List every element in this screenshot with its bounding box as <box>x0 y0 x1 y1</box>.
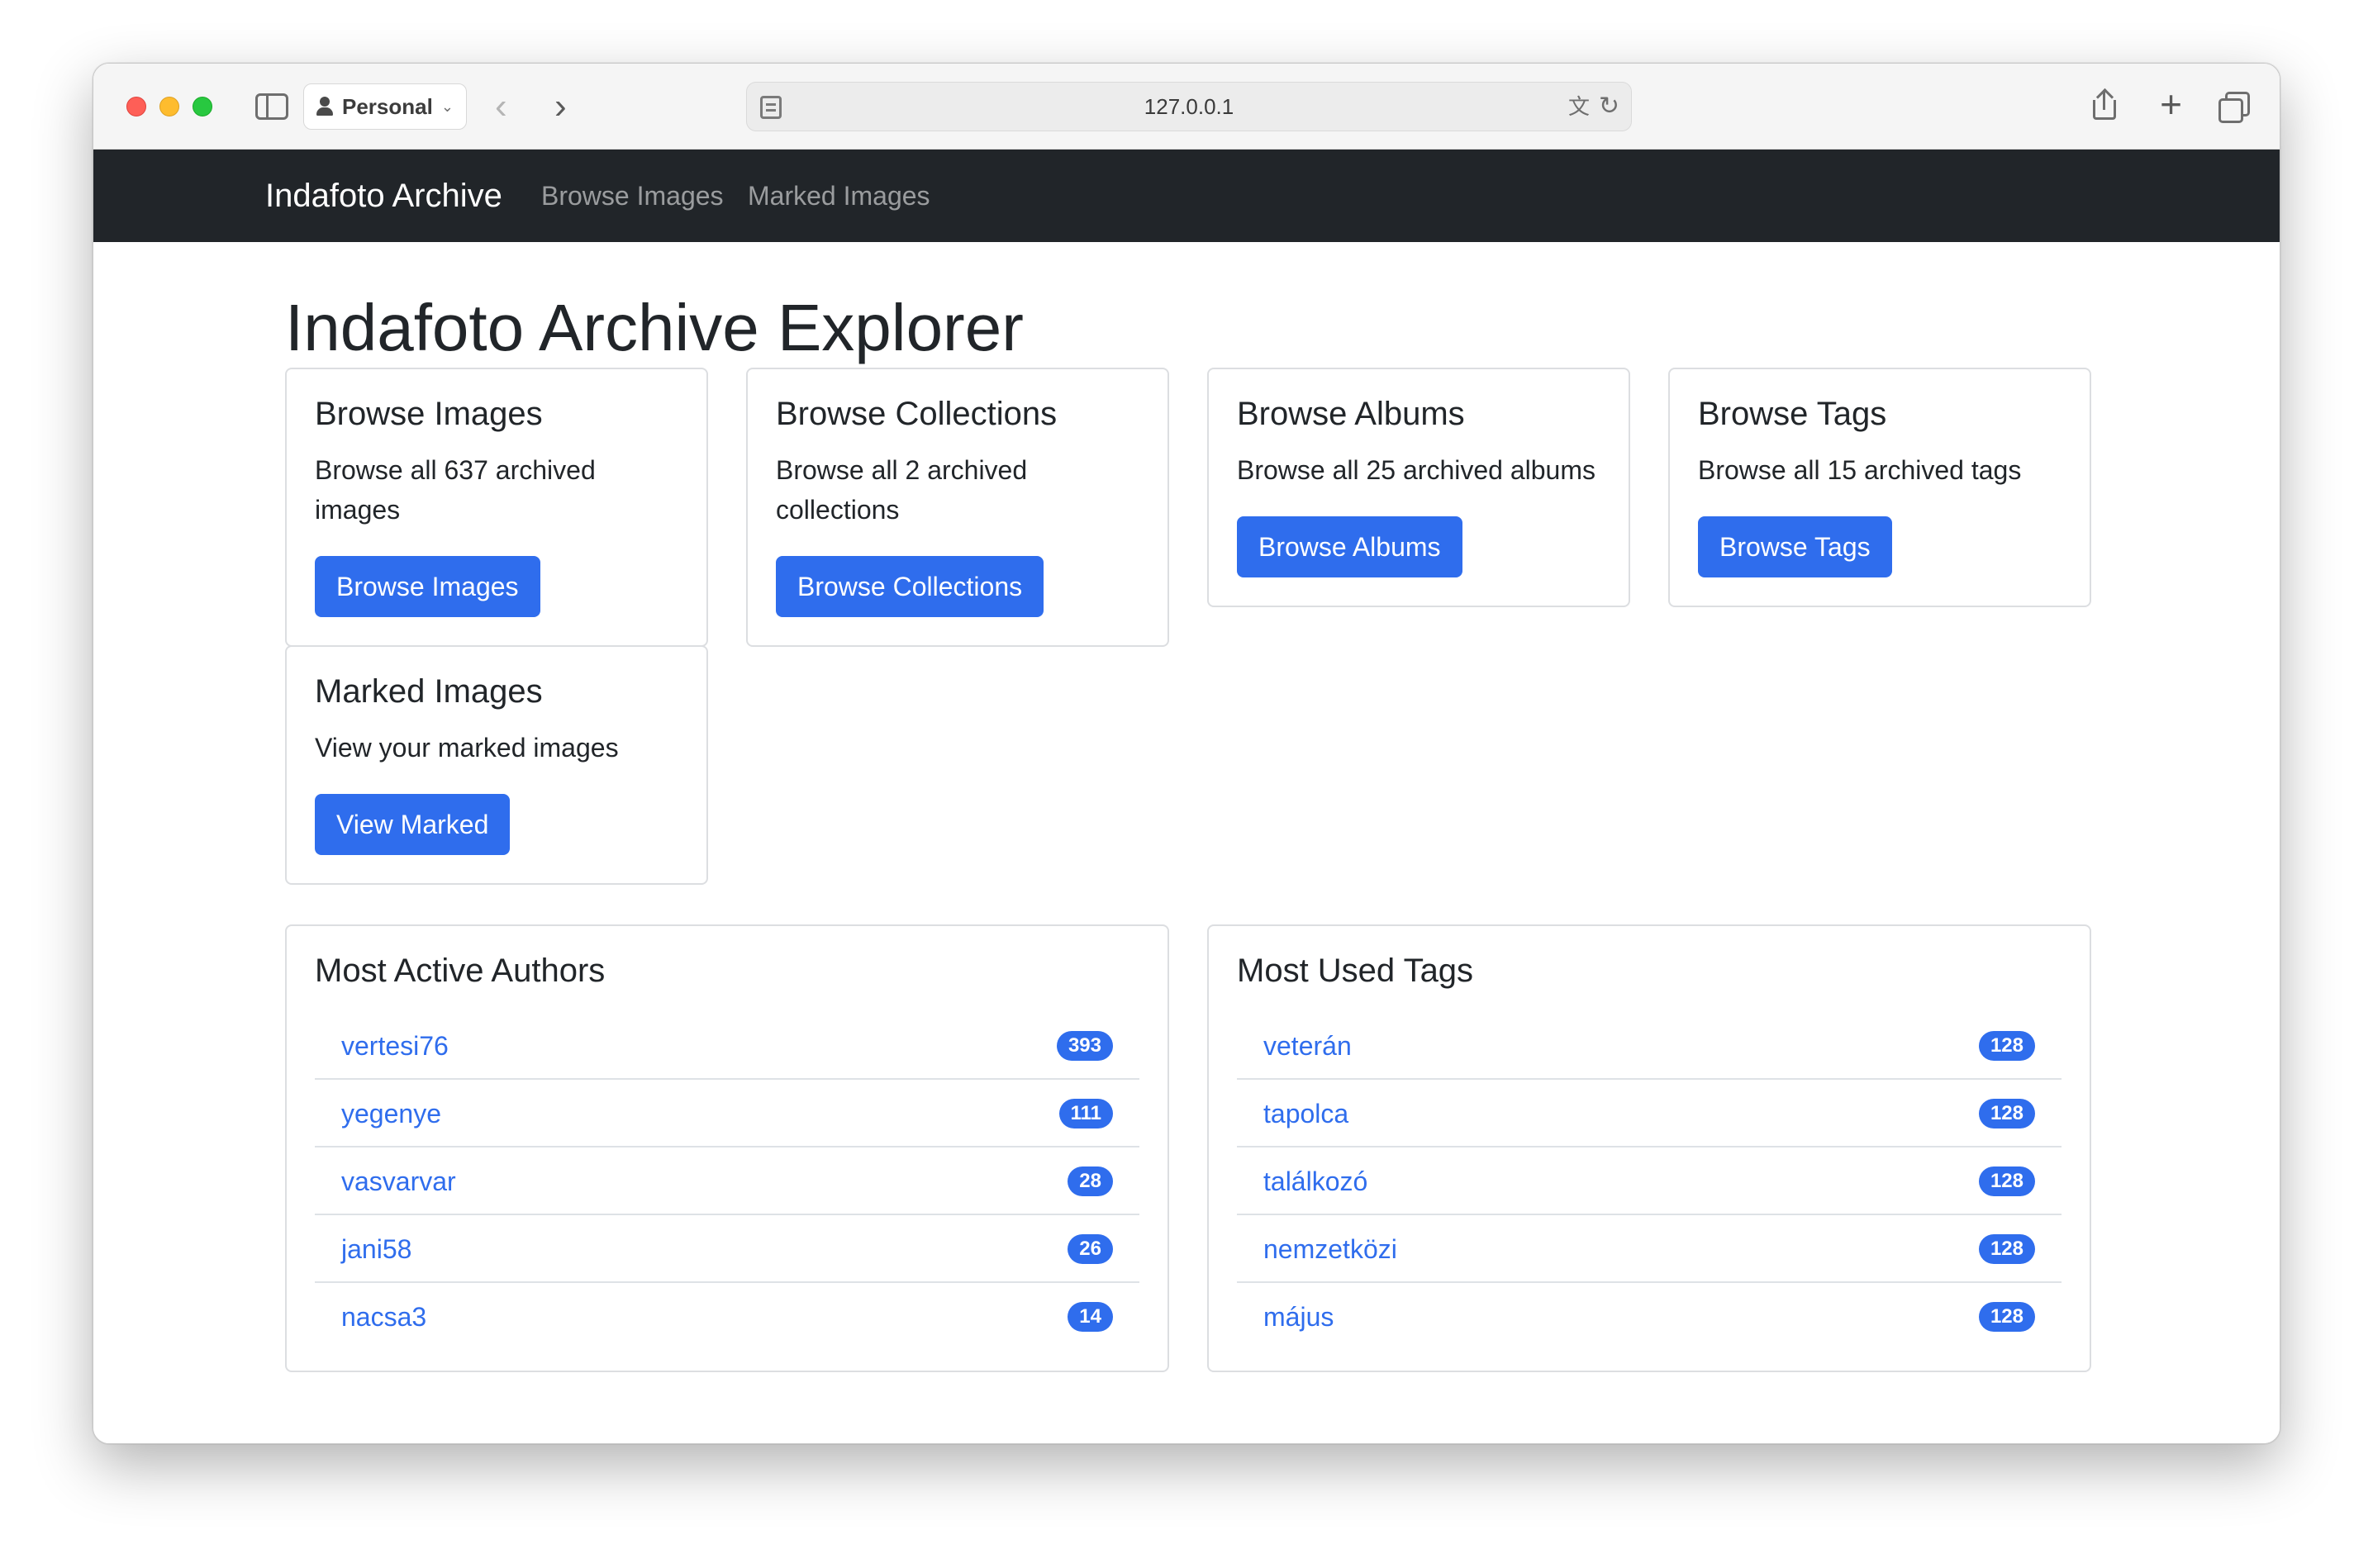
list-item: yegenye 111 <box>315 1080 1139 1147</box>
navbar-brand[interactable]: Indafoto Archive <box>265 150 502 242</box>
card-text-line: Browse all 637 archived <box>315 455 596 485</box>
browse-images-button[interactable]: Browse Images <box>315 556 540 617</box>
authors-title: Most Active Authors <box>315 953 606 989</box>
count-badge: 128 <box>1978 1031 2035 1061</box>
author-link[interactable]: vertesi76 <box>341 1012 449 1080</box>
count-badge: 128 <box>1978 1234 2035 1264</box>
list-item: nemzetközi 128 <box>1237 1215 2062 1283</box>
card-title: Browse Tags <box>1698 396 1887 432</box>
author-link[interactable]: jani58 <box>341 1215 411 1283</box>
card-text: Browse all 637 archived images <box>315 450 596 530</box>
card-title: Browse Images <box>315 396 543 432</box>
count-badge: 128 <box>1978 1166 2035 1196</box>
card-title: Browse Collections <box>776 396 1058 432</box>
nav-link-marked-images[interactable]: Marked Images <box>748 150 930 242</box>
author-link[interactable]: nacsa3 <box>341 1283 426 1351</box>
author-link[interactable]: vasvarvar <box>341 1147 456 1215</box>
card-text: Browse all 2 archived collections <box>776 450 1027 530</box>
browse-albums-button[interactable]: Browse Albums <box>1237 516 1462 577</box>
list-item: vasvarvar 28 <box>315 1147 1139 1215</box>
browser-window: Personal ⌄ ‹ › 127.0.0.1 文 ↻ + Indafoto … <box>93 63 2280 1444</box>
tag-link[interactable]: május <box>1263 1283 1334 1351</box>
card-browse-tags: Browse Tags Browse all 15 archived tags … <box>1668 368 2091 607</box>
list-item: vertesi76 393 <box>315 1012 1139 1080</box>
reload-icon[interactable]: ↻ <box>1599 93 1619 121</box>
count-badge: 26 <box>1068 1234 1113 1264</box>
url-text: 127.0.0.1 <box>1144 94 1234 119</box>
new-tab-icon[interactable]: + <box>2160 85 2182 123</box>
count-badge: 14 <box>1068 1302 1113 1332</box>
navbar: Indafoto Archive Browse Images Marked Im… <box>93 150 2280 242</box>
back-arrow-icon[interactable]: ‹ <box>495 87 507 126</box>
card-text-line: collections <box>776 495 900 525</box>
card-browse-albums: Browse Albums Browse all 25 archived alb… <box>1207 368 1630 607</box>
page-title: Indafoto Archive Explorer <box>285 291 1024 364</box>
browse-collections-button[interactable]: Browse Collections <box>776 556 1044 617</box>
address-bar[interactable]: 127.0.0.1 文 ↻ <box>746 82 1632 131</box>
tags-title: Most Used Tags <box>1237 953 1474 989</box>
profile-label: Personal <box>342 93 433 119</box>
card-marked-images: Marked Images View your marked images Vi… <box>285 645 708 885</box>
list-item: találkozó 128 <box>1237 1147 2062 1215</box>
list-item: veterán 128 <box>1237 1012 2062 1080</box>
person-icon <box>316 97 334 116</box>
nav-link-browse-images[interactable]: Browse Images <box>541 150 724 242</box>
list-item: nacsa3 14 <box>315 1283 1139 1351</box>
count-badge: 393 <box>1056 1031 1113 1061</box>
card-title: Browse Albums <box>1237 396 1465 432</box>
tag-link[interactable]: veterán <box>1263 1012 1352 1080</box>
translate-icon[interactable]: 文 <box>1568 94 1590 119</box>
share-icon[interactable] <box>2093 90 2116 120</box>
card-text: View your marked images <box>315 733 619 763</box>
tag-link[interactable]: nemzetközi <box>1263 1215 1397 1283</box>
tags-list: veterán 128 tapolca 128 találkozó 128 ne… <box>1237 1012 2062 1351</box>
authors-list: vertesi76 393 yegenye 111 vasvarvar 28 j… <box>315 1012 1139 1351</box>
list-item: tapolca 128 <box>1237 1080 2062 1147</box>
page-content: Indafoto Archive Browse Images Marked Im… <box>93 150 2280 1443</box>
count-badge: 111 <box>1058 1099 1113 1128</box>
zoom-window-button[interactable] <box>193 97 212 116</box>
browser-toolbar: Personal ⌄ ‹ › 127.0.0.1 文 ↻ + <box>93 64 2280 150</box>
card-browse-collections: Browse Collections Browse all 2 archived… <box>746 368 1169 647</box>
card-text-line: images <box>315 495 401 525</box>
card-text: Browse all 15 archived tags <box>1698 455 2022 485</box>
tab-overview-icon[interactable] <box>2218 92 2250 123</box>
minimize-window-button[interactable] <box>159 97 179 116</box>
author-link[interactable]: yegenye <box>341 1080 441 1147</box>
list-item: május 128 <box>1237 1283 2062 1351</box>
forward-arrow-icon[interactable]: › <box>554 87 567 126</box>
card-text-line: Browse all 2 archived <box>776 455 1028 485</box>
profile-button[interactable]: Personal ⌄ <box>303 83 467 130</box>
browse-tags-button[interactable]: Browse Tags <box>1698 516 1892 577</box>
most-active-authors-card: Most Active Authors vertesi76 393 yegeny… <box>285 924 1169 1372</box>
tag-link[interactable]: tapolca <box>1263 1080 1348 1147</box>
count-badge: 128 <box>1978 1302 2035 1332</box>
list-item: jani58 26 <box>315 1215 1139 1283</box>
count-badge: 28 <box>1068 1166 1113 1196</box>
most-used-tags-card: Most Used Tags veterán 128 tapolca 128 t… <box>1207 924 2091 1372</box>
count-badge: 128 <box>1978 1099 2035 1128</box>
card-browse-images: Browse Images Browse all 637 archived im… <box>285 368 708 647</box>
view-marked-button[interactable]: View Marked <box>315 794 511 855</box>
chevron-down-icon: ⌄ <box>440 97 454 115</box>
tag-link[interactable]: találkozó <box>1263 1147 1367 1215</box>
card-text: Browse all 25 archived albums <box>1237 455 1595 485</box>
sidebar-toggle-icon[interactable] <box>255 93 288 120</box>
close-window-button[interactable] <box>126 97 146 116</box>
card-title: Marked Images <box>315 673 543 710</box>
